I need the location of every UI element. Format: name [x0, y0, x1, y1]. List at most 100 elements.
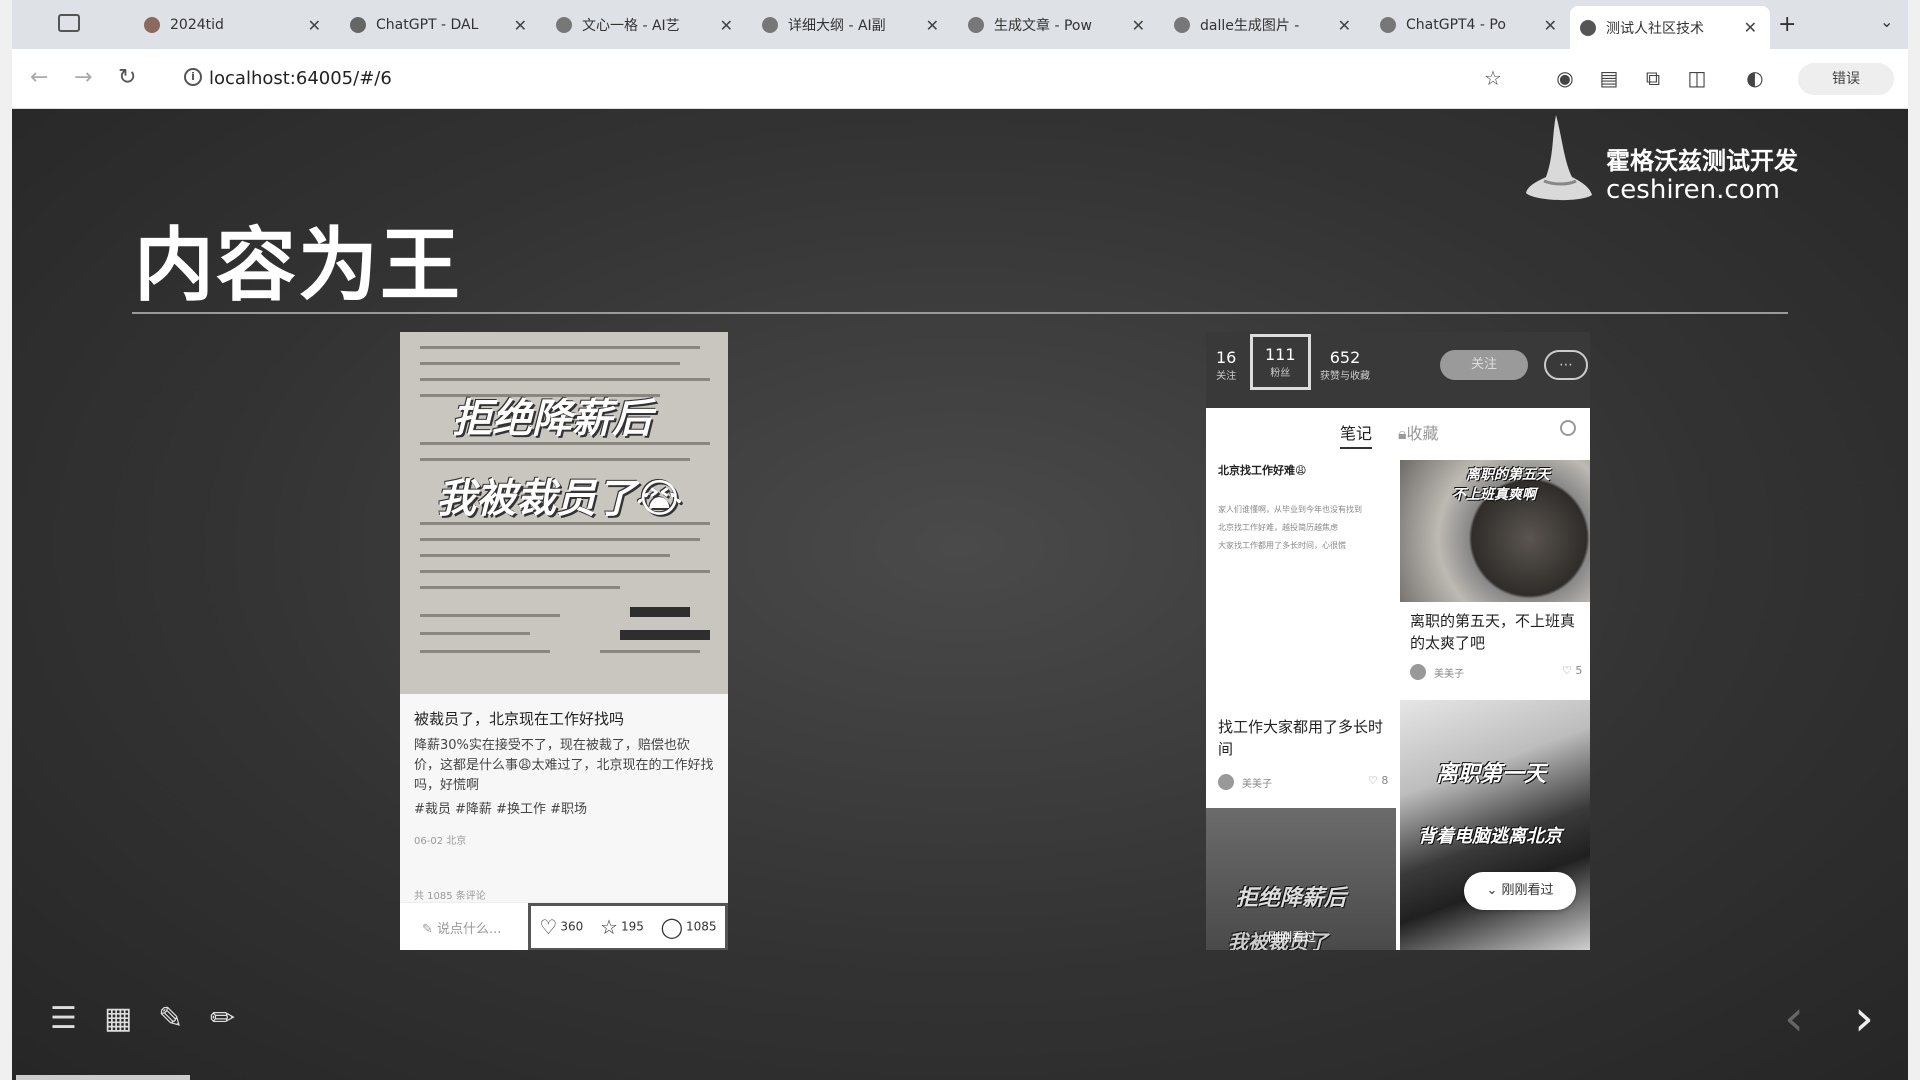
search-icon[interactable]: [1560, 420, 1576, 436]
post-title: 被裁员了，北京现在工作好找吗: [414, 710, 625, 728]
tab-label: 生成文章 - Pow: [994, 18, 1092, 34]
document-line: [420, 586, 620, 589]
tab-search-button[interactable]: ⌄: [1880, 12, 1893, 31]
extension-doc-icon[interactable]: ▤: [1598, 67, 1620, 89]
profile-header: 16 关注 111 粉丝 652 获赞与收藏 关注 ⋯: [1206, 332, 1590, 408]
next-arrow-icon[interactable]: ›: [1854, 989, 1874, 1047]
author-name: 美美子: [1434, 668, 1464, 680]
close-icon[interactable]: ✕: [511, 16, 530, 35]
tab-collect[interactable]: 🔒︎收藏: [1398, 420, 1439, 444]
just-seen-label: 刚刚看过: [1501, 883, 1554, 898]
tab-label: 详细大纲 - AI副: [788, 18, 886, 34]
just-seen-button[interactable]: ⌄ 刚刚看过: [1464, 872, 1576, 910]
comment-input[interactable]: ✎ 说点什么...: [422, 918, 501, 937]
post-date: 06-02 北京: [414, 836, 467, 847]
fans-stat[interactable]: 111 粉丝: [1250, 334, 1311, 390]
tab-notes[interactable]: 笔记: [1340, 420, 1373, 449]
menu-icon[interactable]: ☰: [50, 1001, 77, 1036]
post-screenshot: 拒绝降薪后 我被裁员了😭 被裁员了，北京现在工作好找吗 降薪30%实在接受不了，…: [400, 332, 728, 950]
extension-puzzle-icon[interactable]: ◫: [1686, 67, 1708, 89]
like-count: 5: [1575, 664, 1583, 677]
post-tags[interactable]: #裁员 #降薪 #换工作 #职场: [414, 798, 587, 817]
extension-eye-icon[interactable]: ◉: [1554, 67, 1576, 89]
logo-chinese-text: 霍格沃兹测试开发: [1606, 147, 1798, 175]
site-info-icon[interactable]: i: [184, 68, 202, 86]
url-field[interactable]: localhost:64005/#/6: [209, 68, 392, 89]
comment-button[interactable]: ◯ 1085: [661, 915, 717, 939]
star-icon: ☆: [600, 915, 618, 939]
document-line: [600, 650, 700, 653]
close-icon[interactable]: ✕: [923, 16, 942, 35]
tab-collect-label: 收藏: [1406, 424, 1439, 443]
tab-label: dalle生成图片 -: [1200, 18, 1300, 34]
close-icon[interactable]: ✕: [305, 16, 324, 35]
bookmark-star-icon[interactable]: ☆: [1482, 67, 1504, 89]
avatar: [1410, 664, 1426, 680]
like-button[interactable]: ♡ 360: [539, 915, 583, 939]
sidebar-toggle-icon[interactable]: [58, 14, 80, 32]
fans-count: 111: [1265, 345, 1296, 364]
tab-outline[interactable]: 详细大纲 - AI副 ✕: [752, 8, 952, 42]
note-card-image[interactable]: 离职的第五天 不上班真爽啊: [1400, 460, 1590, 602]
profile-button[interactable]: 错误: [1798, 63, 1894, 95]
author-name: 美美子: [1242, 778, 1272, 790]
note-author: 美美子: [1410, 664, 1464, 680]
heart-icon: ♡: [1368, 774, 1382, 787]
favorite-count: 195: [620, 919, 644, 934]
close-icon[interactable]: ✕: [1335, 16, 1354, 35]
forward-icon[interactable]: →: [74, 65, 92, 90]
following-stat[interactable]: 16 关注: [1216, 348, 1236, 382]
grid-icon[interactable]: ▦: [104, 1001, 132, 1036]
favorite-button[interactable]: ☆ 195: [600, 915, 644, 939]
note-card-image[interactable]: 离职第一天 背着电脑逃离北京: [1400, 700, 1590, 950]
close-icon[interactable]: ✕: [717, 16, 736, 35]
feed-tabs: 笔记 🔒︎收藏: [1206, 408, 1590, 452]
close-icon[interactable]: ✕: [1541, 16, 1560, 35]
note-card-text[interactable]: 北京找工作好难😩 家人们谁懂啊，从毕业到今年也没有找到 北京找工作好难，越投简历…: [1206, 452, 1396, 684]
tab-ceshiren[interactable]: 测试人社区技术 ✕: [1570, 6, 1770, 49]
title-divider: [132, 312, 1788, 314]
heart-icon: ♡: [1562, 664, 1576, 677]
new-tab-button[interactable]: +: [1778, 12, 1796, 37]
tab-wenxin[interactable]: 文心一格 - AI艺 ✕: [546, 8, 746, 42]
document-line: [420, 554, 670, 557]
back-icon[interactable]: ←: [30, 65, 48, 90]
tab-label: 文心一格 - AI艺: [582, 18, 680, 34]
post-image-headline-2: 我被裁员了😭: [436, 476, 683, 522]
comment-count: 1085: [686, 919, 717, 934]
follow-button[interactable]: 关注: [1440, 350, 1528, 380]
reload-icon[interactable]: ↻: [118, 65, 136, 90]
likes-stat[interactable]: 652 获赞与收藏: [1320, 348, 1370, 382]
close-icon[interactable]: ✕: [1129, 16, 1148, 35]
tab-label: 2024tid: [170, 17, 224, 33]
prev-arrow-icon[interactable]: ‹: [1784, 989, 1804, 1047]
account-icon[interactable]: ◐: [1744, 67, 1766, 89]
post-image: 拒绝降薪后 我被裁员了😭: [400, 332, 728, 694]
document-line: [420, 378, 710, 381]
note-card-image[interactable]: 拒绝降薪后 我被裁员了 刚刚看过: [1206, 808, 1396, 950]
extension-screenshot-icon[interactable]: ⧉: [1642, 67, 1664, 89]
edit-box-icon[interactable]: ✎: [158, 1001, 183, 1036]
heart-icon: ♡: [539, 915, 558, 939]
following-label: 关注: [1216, 371, 1237, 382]
pen-icon[interactable]: ✏: [210, 1001, 235, 1036]
note-caption[interactable]: 找工作大家都用了多长时间: [1218, 716, 1388, 760]
tab-dalle-images[interactable]: dalle生成图片 - ✕: [1164, 8, 1364, 42]
note-likes[interactable]: ♡ 8: [1368, 774, 1388, 787]
like-count: 360: [560, 919, 584, 934]
redaction-block: [620, 630, 710, 640]
tab-bar: 2024tid ✕ ChatGPT - DAL ✕ 文心一格 - AI艺 ✕ 详…: [12, 0, 1908, 49]
tab-generate-article[interactable]: 生成文章 - Pow ✕: [958, 8, 1158, 42]
following-count: 16: [1216, 348, 1237, 367]
note-likes[interactable]: ♡ 5: [1562, 664, 1582, 677]
tab-chatgpt4[interactable]: ChatGPT4 - Po ✕: [1370, 8, 1570, 42]
hat-icon: [762, 17, 778, 33]
chat-icon[interactable]: ⋯: [1544, 350, 1588, 380]
close-icon[interactable]: ✕: [1741, 18, 1760, 37]
wizard-hat-icon: [1526, 115, 1592, 201]
tab-chatgpt-dalle[interactable]: ChatGPT - DAL ✕: [340, 8, 540, 42]
tab-label: ChatGPT - DAL: [376, 17, 479, 33]
document-line: [420, 570, 710, 573]
notes-feed: 笔记 🔒︎收藏 北京找工作好难😩 家人们谁懂啊，从毕业到今年也没有找到 北京找工…: [1206, 408, 1590, 950]
tab-2024tid[interactable]: 2024tid ✕: [134, 8, 334, 42]
